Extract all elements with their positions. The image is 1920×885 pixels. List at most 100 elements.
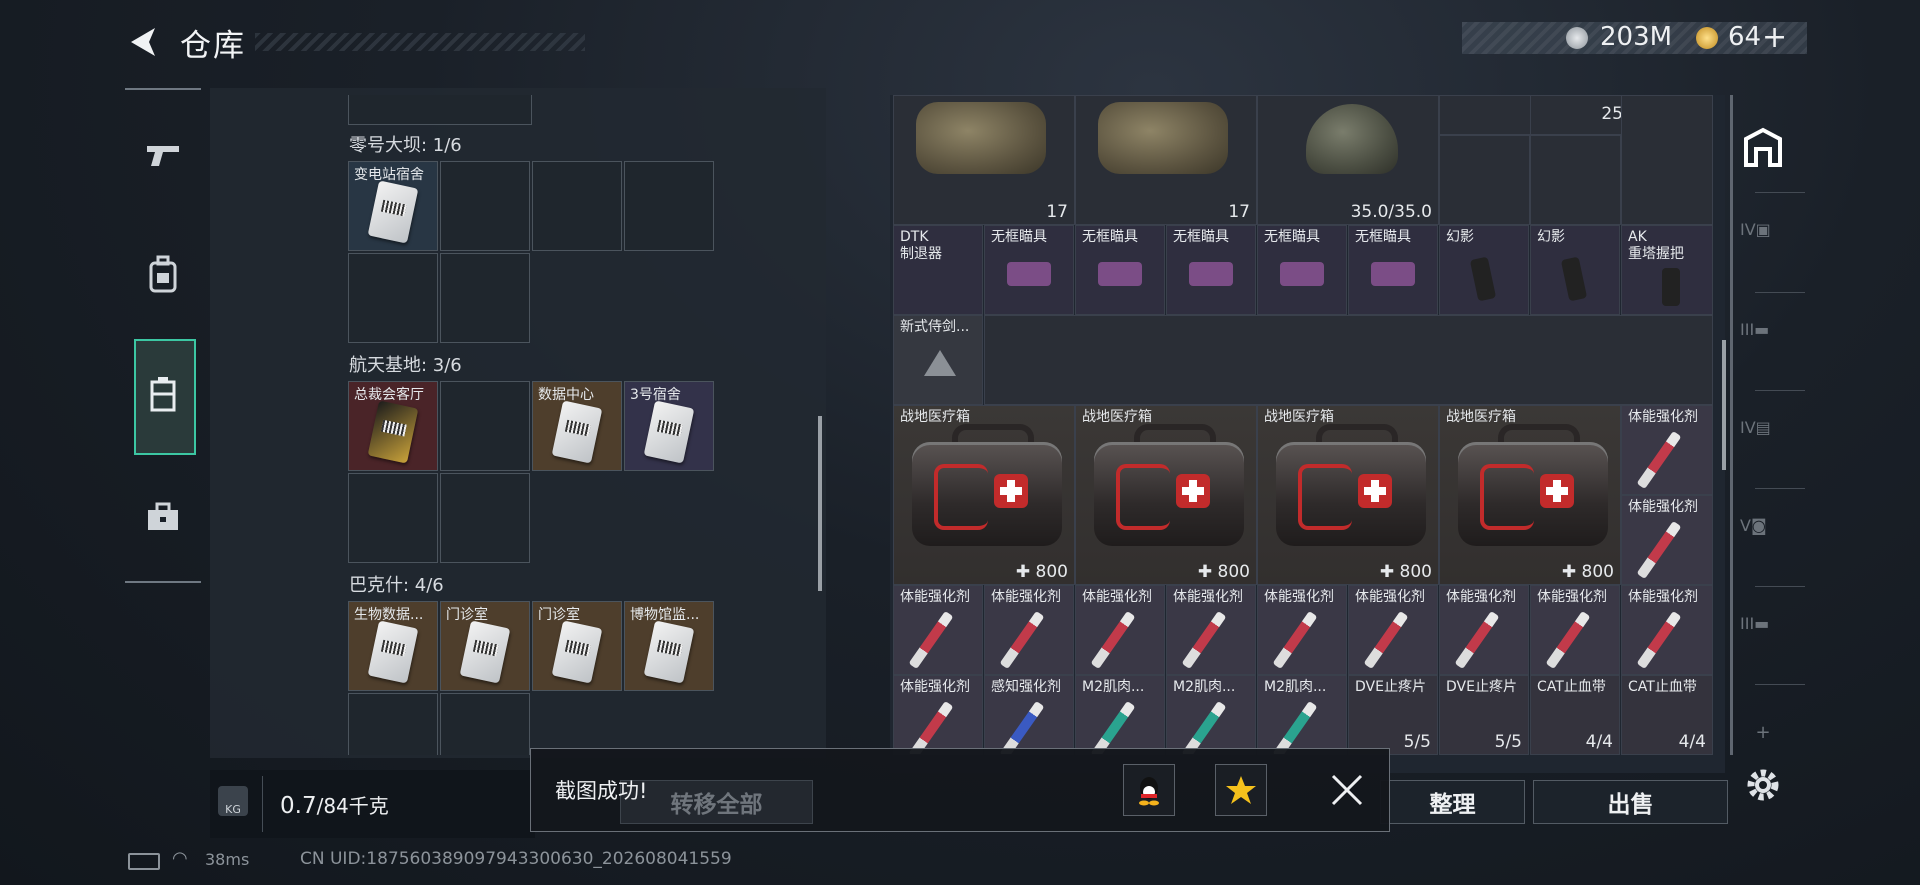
rail-divider [1755,684,1805,685]
left-scrollbar[interactable] [818,416,822,591]
right-scrollbar[interactable] [1722,340,1726,470]
close-toast-icon[interactable] [1330,773,1364,807]
nav-weapons[interactable] [132,124,194,186]
tier-v-camera-icon[interactable]: V◙ [1740,516,1786,562]
durability: 35.0/35.0 [1350,202,1432,222]
item-ammo[interactable]: 25 [1530,95,1630,135]
sell-button[interactable]: 出售 [1533,780,1728,824]
slot-empty[interactable] [440,473,530,563]
item-stim[interactable]: M2肌肉... [1257,675,1347,755]
item-medkit[interactable]: 战地医疗箱 ✚ 800 [1439,405,1621,585]
item-stim[interactable]: 体能强化剂 [1257,585,1347,675]
nav-armor[interactable] [132,244,194,306]
item-stim[interactable]: 体能强化剂 [984,585,1074,675]
item-stim[interactable]: 体能强化剂 [1621,405,1713,495]
item-medkit[interactable]: 战地医疗箱 ✚ 800 [1075,405,1257,585]
item-stim[interactable]: 体能强化剂 [893,585,983,675]
slot-empty[interactable] [440,253,530,343]
item-sight[interactable]: 无框瞄具 [1257,225,1347,315]
item-sight[interactable]: 无框瞄具 [1166,225,1256,315]
item-medkit[interactable]: 战地医疗箱 ✚ 800 [1257,405,1439,585]
item-muzzle[interactable]: DTK 制退器 [893,225,983,315]
key-slot[interactable]: 门诊室 [440,601,530,691]
item-stim[interactable]: 体能强化剂 [1621,585,1713,675]
item-tourniquet[interactable]: CAT止血带 4/4 [1621,675,1713,755]
sight-icon [1371,262,1415,286]
item-stim[interactable]: M2肌肉... [1166,675,1256,755]
slot-empty[interactable] [440,381,530,471]
item-painkiller[interactable]: DVE止疼片 5/5 [1348,675,1438,755]
key-slot[interactable]: 数据中心 [532,381,622,471]
item-sight[interactable]: 无框瞄具 [984,225,1074,315]
key-slot[interactable]: 博物馆监... [624,601,714,691]
nav-toolbox[interactable] [132,486,194,548]
helmet-icon [1306,104,1398,174]
qq-penguin-icon [1139,777,1159,806]
rail-line [1730,95,1733,755]
slot-empty[interactable] [1530,135,1621,225]
syringe-icon [1545,610,1591,670]
item-stim[interactable]: M2肌肉... [1075,675,1165,755]
nav-divider-top [125,88,201,90]
slot-empty[interactable] [440,161,530,251]
item-stim[interactable]: 体能强化剂 [1166,585,1256,675]
settings-gear-icon[interactable] [1744,766,1782,804]
key-slot[interactable]: 门诊室 [532,601,622,691]
item-bag[interactable]: 17 [893,95,1075,225]
red-cross-icon [1358,474,1392,508]
item-stim[interactable]: 体能强化剂 [1075,585,1165,675]
keycard-icon [643,620,695,684]
wifi-icon: ◠ [172,848,188,869]
back-arrow-icon[interactable] [125,24,161,60]
tier-iv-folder-icon[interactable]: IV▤ [1740,418,1786,464]
syringe-icon [908,700,954,754]
key-slot[interactable]: 3号宿舍 [624,381,714,471]
item-count: 5/5 [1403,732,1431,752]
more-icon[interactable]: + [1740,722,1786,768]
slot-empty[interactable] [1621,95,1713,225]
item-grip[interactable]: 幻影 [1439,225,1529,315]
item-stim[interactable]: 体能强化剂 [1530,585,1620,675]
sort-button[interactable]: 整理 [1380,780,1525,824]
item-sight[interactable]: 无框瞄具 [1348,225,1438,315]
tier-iii-gun-icon[interactable]: III▬ [1740,614,1786,660]
slot-empty[interactable] [348,693,438,755]
key-slot[interactable]: 变电站宿舍 [348,161,438,251]
item-stim[interactable]: 体能强化剂 [1439,585,1529,675]
item-bag[interactable]: 17 [1075,95,1257,225]
item-stim[interactable]: 体能强化剂 [1348,585,1438,675]
key-slot[interactable]: 生物数据... [348,601,438,691]
tier-iv-medkit-icon[interactable]: IV▣ [1740,220,1786,266]
item-name: M2肌肉... [1082,679,1145,695]
item-sight[interactable]: 无框瞄具 [1075,225,1165,315]
share-qq-button[interactable] [1123,764,1175,816]
item-tourniquet[interactable]: CAT止血带 4/4 [1530,675,1620,755]
item-stim[interactable]: 体能强化剂 [1621,495,1713,585]
item-unknown[interactable]: 新式侍剑... [893,315,983,405]
slot-empty[interactable] [348,473,438,563]
share-qzone-button[interactable] [1215,764,1267,816]
slot-empty[interactable] [984,315,1713,405]
slot-empty[interactable] [348,253,438,343]
nav-storage[interactable] [132,364,194,426]
item-stim[interactable]: 体能强化剂 [893,675,983,755]
key-slot[interactable]: 总裁会客厅 [348,381,438,471]
item-medkit[interactable]: 战地医疗箱 ✚ 800 [893,405,1075,585]
add-currency-button[interactable]: + [1762,20,1787,55]
item-painkiller[interactable]: DVE止疼片 5/5 [1439,675,1529,755]
item-helmet[interactable]: 35.0/35.0 [1257,95,1439,225]
slot-empty[interactable] [1439,135,1530,225]
slot-empty[interactable] [440,693,530,755]
slot-empty[interactable] [348,95,532,125]
item-stim[interactable]: 感知强化剂 [984,675,1074,755]
toast-message: 截图成功! [555,779,648,803]
storage-filter-icon[interactable] [1740,125,1786,171]
item-grip[interactable]: AK 重塔握把 [1621,225,1713,315]
slot-empty[interactable] [624,161,714,251]
item-count: 5/5 [1494,732,1522,752]
item-grip[interactable]: 幻影 [1530,225,1620,315]
transfer-all-button[interactable]: 转移全部 [620,780,813,824]
page-title: 仓库 [180,28,246,64]
tier-iii-weapon-icon[interactable]: III▬ [1740,320,1786,366]
slot-empty[interactable] [532,161,622,251]
